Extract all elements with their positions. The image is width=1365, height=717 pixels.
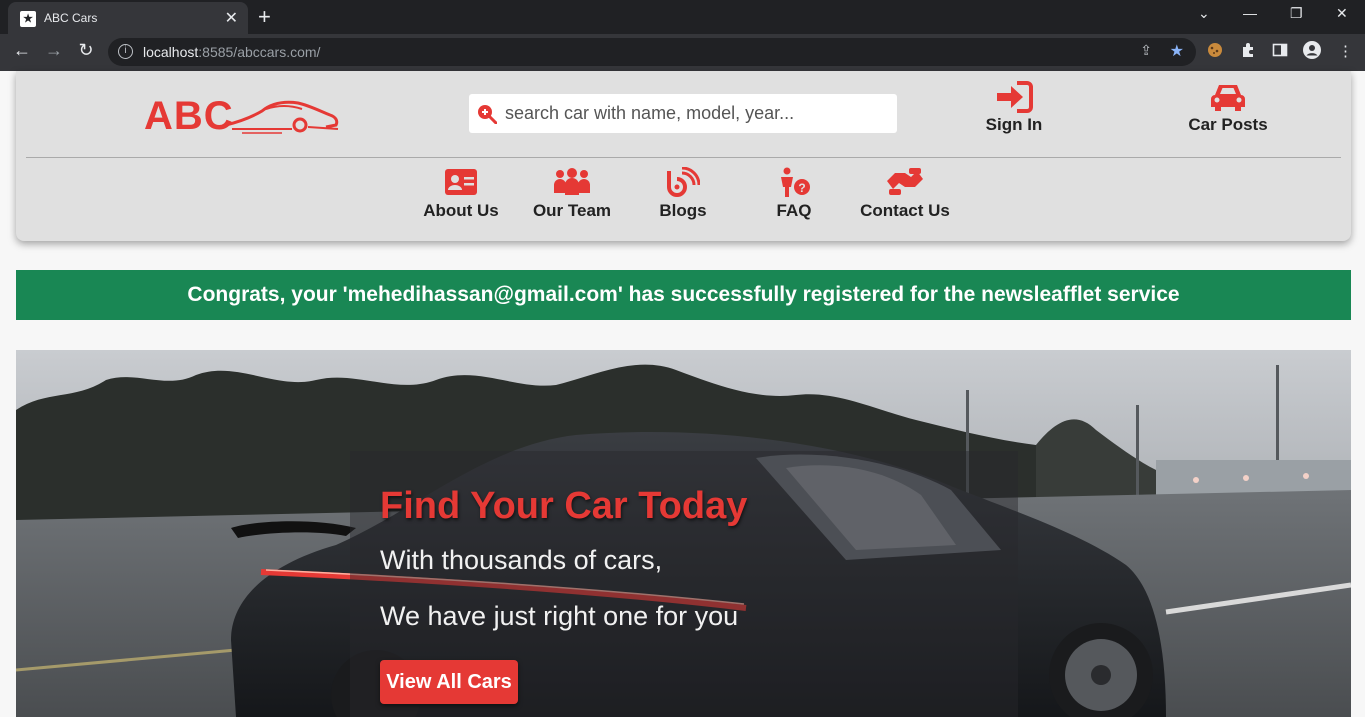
close-tab-icon[interactable]: ✕ [225,8,238,28]
side-panel-icon[interactable] [1272,42,1288,62]
nav-label: Blogs [659,201,707,220]
search-icon[interactable] [477,104,497,124]
window-close-icon[interactable]: ✕ [1336,5,1348,22]
search-box [469,94,897,133]
browser-toolbar: ← → ↻ i localhost:8585/abccars.com/ ⇪ ★ [0,34,1365,71]
abc-cars-logo[interactable]: ABC [144,91,344,141]
minimize-icon[interactable]: — [1243,5,1257,21]
restore-icon[interactable]: ❐ [1290,5,1303,22]
share-icon[interactable]: ⇪ [1140,42,1152,59]
tab-search-icon[interactable]: ⌄ [1198,5,1210,22]
nav-faq[interactable]: ? FAQ [739,167,849,221]
person-question-icon: ? [739,167,849,199]
nav-label: About Us [423,201,499,220]
logo-text: ABC [144,94,234,138]
car-icon [1178,81,1278,113]
nav-label: FAQ [776,201,812,220]
browser-tab-bar: ★ ABC Cars ✕ + ⌄ — ❐ ✕ [0,0,1365,34]
hero-subtitle-line-2: We have just right one for you [380,601,739,631]
id-card-icon [406,167,516,199]
bookmark-star-icon[interactable]: ★ [1170,41,1184,61]
newsletter-success-alert: Congrats, your 'mehedihassan@gmail.com' … [16,270,1351,320]
address-bar[interactable]: i localhost:8585/abccars.com/ ⇪ ★ [108,38,1196,66]
cookie-extension-icon[interactable] [1207,42,1223,62]
hero-overlay: Find Your Car Today With thousands of ca… [350,451,1018,717]
svg-text:?: ? [798,181,805,195]
team-icon [517,167,627,199]
forward-icon[interactable]: → [42,40,66,61]
url-text: localhost:8585/abccars.com/ [143,44,321,60]
chrome-menu-icon[interactable]: ⋮ [1338,42,1353,60]
blog-icon [628,166,738,199]
browser-tab[interactable]: ★ ABC Cars ✕ [8,2,248,34]
handshake-icon [850,167,960,199]
hero-title: Find Your Car Today [380,485,748,527]
car-posts-button[interactable]: Car Posts [1178,81,1278,135]
sign-in-icon [969,81,1059,113]
tab-title: ABC Cars [44,11,98,25]
logo-car-icon [225,100,339,134]
nav-about-us[interactable]: About Us [406,167,516,221]
site-header: ABC Sign In Car Posts Ab [16,71,1351,241]
nav-contact-us[interactable]: Contact Us [850,167,960,221]
reload-icon[interactable]: ↻ [74,40,98,61]
nav-label: Our Team [532,201,612,220]
nav-label: Contact Us [860,201,950,220]
back-icon[interactable]: ← [10,40,34,61]
sign-in-button[interactable]: Sign In [969,81,1059,135]
site-info-icon[interactable]: i [118,44,133,59]
hero-banner: Find Your Car Today With thousands of ca… [16,350,1351,717]
sign-in-label: Sign In [985,115,1043,134]
extensions-icon[interactable] [1240,42,1256,62]
profile-avatar[interactable] [1303,41,1321,63]
search-input[interactable] [505,100,885,127]
new-tab-icon[interactable]: + [258,4,271,30]
car-posts-label: Car Posts [1188,115,1268,134]
hero-subtitle-line-1: With thousands of cars, [380,545,663,575]
nav-blogs[interactable]: Blogs [628,166,738,221]
nav-our-team[interactable]: Our Team [517,167,627,221]
header-divider [26,157,1341,158]
view-all-cars-button[interactable]: View All Cars [380,660,518,704]
site-favicon-icon: ★ [20,11,36,27]
